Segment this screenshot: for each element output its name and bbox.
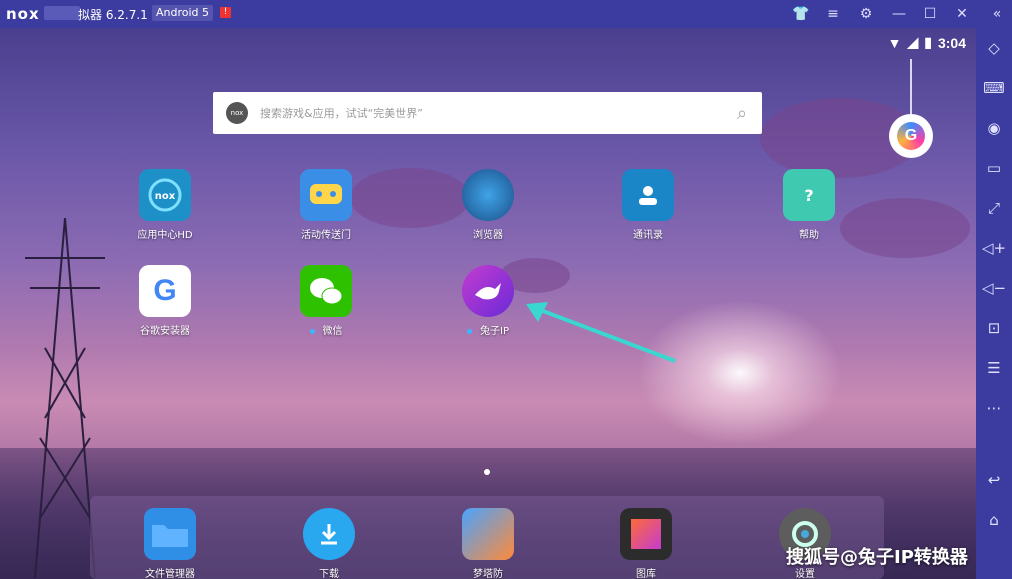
search-icon[interactable]: ⌕: [722, 103, 762, 124]
wechat-icon: [300, 265, 352, 317]
right-sidebar: ◇ ⌨ ◉ ▭ ⤢ ◁+ ◁− ⊡ ☰ ⋯ ↩ ⌂: [976, 28, 1012, 579]
nox-logo: nox: [6, 5, 40, 23]
screenshot-icon[interactable]: ⊡: [976, 316, 1012, 340]
app-help[interactable]: ? 帮助: [754, 169, 864, 241]
app-google-installer[interactable]: G 谷歌安装器: [110, 265, 220, 337]
floating-assistant[interactable]: G: [889, 114, 933, 158]
screen-icon[interactable]: ▭: [976, 156, 1012, 180]
android-version-badge: Android 5: [152, 5, 214, 21]
more-icon[interactable]: ⋯: [976, 396, 1012, 420]
contacts-icon: [622, 169, 674, 221]
fullscreen-icon[interactable]: ⤢: [976, 196, 1012, 220]
app-label: 应用中心HD: [137, 230, 193, 241]
battery-icon: ▮: [924, 34, 932, 50]
search-input[interactable]: 搜索游戏&应用，试试“完美世界”: [260, 105, 722, 121]
app-label: 帮助: [799, 230, 819, 241]
search-bar[interactable]: nox 搜索游戏&应用，试试“完美世界” ⌕: [213, 92, 762, 134]
dock-tower-defense[interactable]: 梦塔防: [433, 508, 543, 579]
dock-download[interactable]: 下载: [274, 508, 384, 579]
home-icon[interactable]: ⌂: [976, 508, 1012, 532]
clock: 3:04: [937, 34, 966, 51]
app-label: 图库: [636, 569, 656, 579]
folder-icon: [144, 508, 196, 560]
gallery-icon: [620, 508, 672, 560]
globe-icon: [462, 169, 514, 221]
nox-logo-icon: nox: [226, 102, 248, 124]
dock-file-manager[interactable]: 文件管理器: [115, 508, 225, 579]
annotation-arrow: [526, 302, 676, 363]
app-label: 微信: [271, 322, 381, 337]
dock-gallery[interactable]: 图库: [591, 508, 701, 579]
minimize-icon[interactable]: —: [888, 4, 910, 24]
svg-text:nox: nox: [155, 191, 176, 202]
app-label: 活动传送门: [301, 230, 351, 241]
android-screen: ▼ ◢ ▮ 3:04 nox 搜索游戏&应用，试试“完美世界” ⌕ G nox …: [0, 28, 976, 579]
game-icon: [462, 508, 514, 560]
app-label-text: 兔子IP: [480, 326, 509, 337]
volume-down-icon[interactable]: ◁−: [976, 276, 1012, 300]
app-label: 下载: [319, 569, 339, 579]
app-label: 梦塔防: [473, 569, 503, 579]
collapse-icon[interactable]: «: [986, 4, 1008, 24]
app-label: 通讯录: [633, 230, 663, 241]
app-label: 浏览器: [473, 230, 503, 241]
blurred-text: [44, 6, 80, 20]
wifi-icon: ▼: [887, 34, 902, 51]
float-line: [910, 59, 912, 114]
shake-icon[interactable]: ☰: [976, 356, 1012, 380]
new-badge: [309, 328, 315, 334]
app-activity-portal[interactable]: 活动传送门: [271, 169, 381, 241]
signal-icon: ◢: [907, 34, 919, 50]
status-bar: ▼ ◢ ▮ 3:04: [888, 34, 966, 51]
rabbit-icon: [462, 265, 514, 317]
app-label: 文件管理器: [145, 569, 195, 579]
shirt-icon[interactable]: 👕: [790, 4, 812, 24]
app-label: 谷歌安装器: [140, 326, 190, 337]
maximize-icon[interactable]: ☐: [919, 4, 941, 24]
close-icon[interactable]: ✕: [951, 4, 973, 24]
back-icon[interactable]: ↩: [976, 468, 1012, 492]
download-icon: [303, 508, 355, 560]
g-logo-icon: G: [897, 122, 925, 150]
warning-badge[interactable]: !: [220, 7, 231, 18]
watermark: 搜狐号@兔子IP转换器: [786, 547, 968, 568]
nox-appcenter-icon: nox: [139, 169, 191, 221]
app-contacts[interactable]: 通讯录: [593, 169, 703, 241]
google-icon: G: [139, 265, 191, 317]
page-indicator: [484, 469, 490, 475]
app-label-text: 微信: [322, 326, 343, 337]
rotate-icon[interactable]: ◇: [976, 36, 1012, 60]
app-appcenter[interactable]: nox 应用中心HD: [110, 169, 220, 241]
app-browser[interactable]: 浏览器: [433, 169, 543, 241]
gear-icon[interactable]: ⚙: [855, 4, 877, 24]
volume-up-icon[interactable]: ◁+: [976, 236, 1012, 260]
gamepad-icon: [300, 169, 352, 221]
location-icon[interactable]: ◉: [976, 116, 1012, 140]
menu-icon[interactable]: ≡: [822, 4, 844, 24]
help-icon: ?: [783, 169, 835, 221]
keyboard-icon[interactable]: ⌨: [976, 76, 1012, 100]
new-badge: [467, 328, 472, 334]
app-wechat[interactable]: 微信: [271, 265, 381, 337]
title-bar: nox 拟器 6.2.7.1 Android 5 ! 👕 ≡ ⚙ — ☐ ✕ «: [0, 0, 1012, 28]
app-title: 拟器 6.2.7.1: [78, 8, 148, 22]
